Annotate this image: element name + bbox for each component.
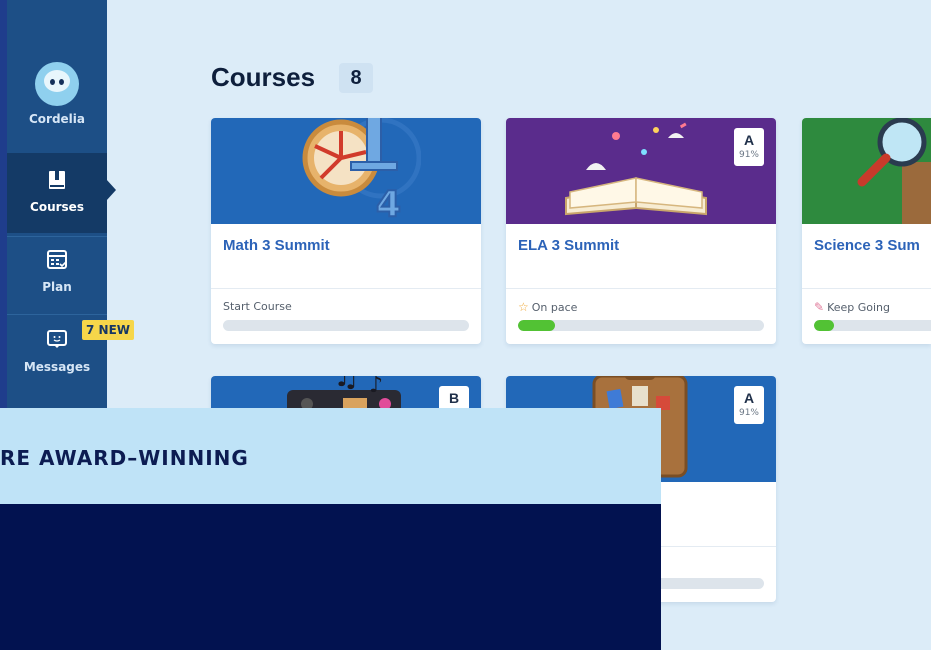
course-count-badge: 8 <box>339 63 373 93</box>
message-icon <box>46 328 68 356</box>
active-indicator <box>106 179 116 201</box>
sidebar-item-plan[interactable]: Plan <box>7 248 107 310</box>
promo-panel <box>0 504 661 650</box>
promo-banner: RE AWARD–WINNING <box>0 408 661 504</box>
svg-text:♪: ♪ <box>369 376 383 398</box>
profile-name: Cordelia <box>28 112 86 126</box>
page-title: Courses <box>211 62 316 92</box>
sidebar-item-label: Messages <box>23 360 91 374</box>
pencil-icon: ✎ <box>814 300 825 314</box>
nav-divider <box>7 314 107 315</box>
course-progress-bar <box>518 320 764 331</box>
messages-new-badge: 7 NEW <box>82 320 135 340</box>
course-title[interactable]: Science 3 Sum <box>814 237 920 254</box>
grade-badge: A 91% <box>734 386 764 424</box>
pie-fraction-illustration: 4 <box>302 118 421 224</box>
course-banner: 4 <box>211 118 481 224</box>
avatar <box>35 62 79 106</box>
sidebar-item-label: Courses <box>30 200 84 214</box>
svg-text:♫: ♫ <box>333 376 360 394</box>
course-card-math[interactable]: 4 Math 3 Summit Start Course <box>211 118 481 344</box>
course-progress-bar <box>223 320 469 331</box>
course-title[interactable]: Math 3 Summit <box>223 237 330 254</box>
star-icon: ☆ <box>518 300 529 314</box>
calendar-icon <box>46 248 68 276</box>
sidebar-profile[interactable]: Cordelia <box>7 62 107 140</box>
book-icon <box>48 170 66 196</box>
book-illustration <box>565 122 707 216</box>
magnifier-illustration <box>857 118 931 224</box>
sidebar-item-label: Plan <box>42 280 72 294</box>
course-status: Start Course <box>223 300 292 313</box>
svg-text:4: 4 <box>376 184 401 224</box>
course-progress-bar <box>814 320 931 331</box>
course-banner <box>802 118 931 224</box>
course-card-ela[interactable]: A 91% ELA 3 Summit ☆ On pace <box>506 118 776 344</box>
nav-divider <box>7 236 107 237</box>
course-status: ✎ Keep Going <box>814 300 891 314</box>
sidebar-item-courses[interactable]: Courses <box>7 153 116 233</box>
course-status: ☆ On pace <box>518 300 578 314</box>
grade-badge: A 91% <box>734 128 764 166</box>
course-banner: A 91% <box>506 118 776 224</box>
course-card-science[interactable]: Science 3 Sum ✎ Keep Going <box>802 118 931 344</box>
course-title[interactable]: ELA 3 Summit <box>518 237 619 254</box>
promo-headline: RE AWARD–WINNING <box>0 446 249 470</box>
